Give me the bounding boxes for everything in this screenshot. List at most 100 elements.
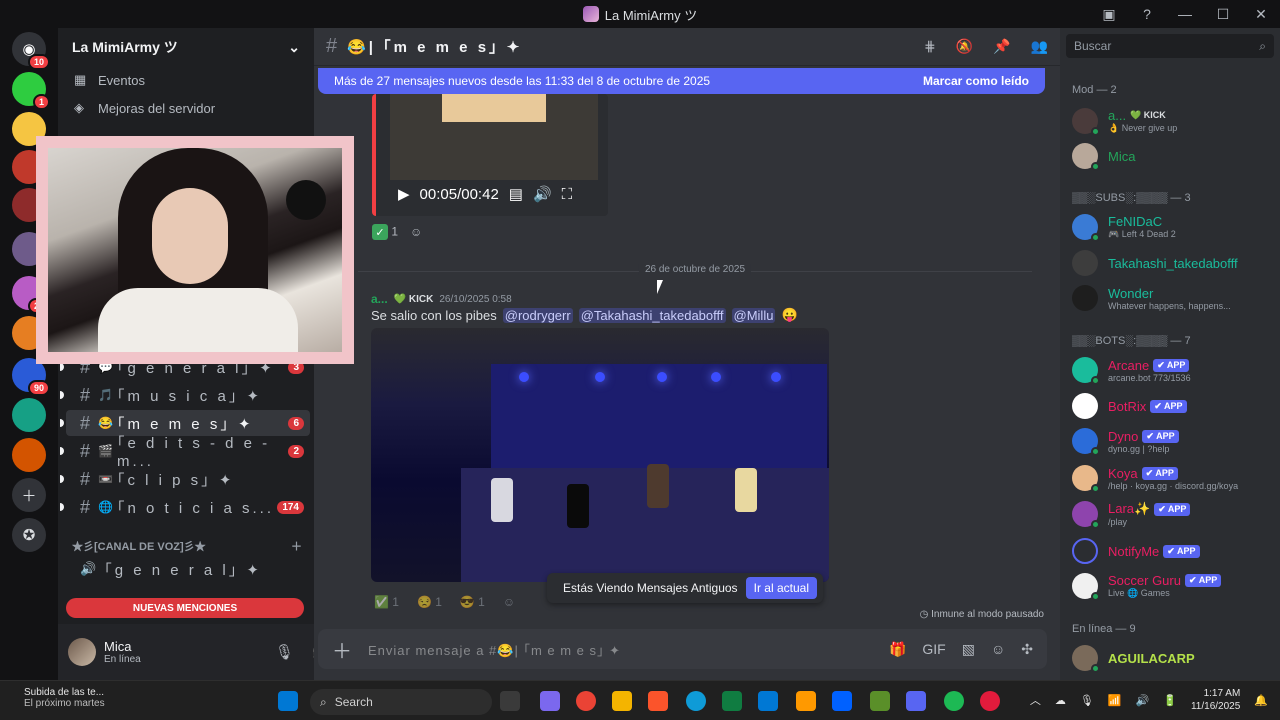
- user-mention[interactable]: @Millu: [731, 307, 776, 323]
- microphone-icon[interactable]: 🎙: [1080, 694, 1094, 707]
- fullscreen-icon[interactable]: ⛶: [562, 186, 573, 203]
- minimize-button[interactable]: —: [1166, 0, 1204, 28]
- emoji-icon[interactable]: ☺: [991, 641, 1005, 658]
- channel-item[interactable]: # 🎬 ｢e d i t s - d e - m... 2: [60, 435, 310, 470]
- member-item[interactable]: NotifyMe ✔ APP: [1072, 534, 1272, 568]
- app-icon[interactable]: [722, 691, 742, 711]
- webcam-feed: [48, 148, 342, 352]
- events-link[interactable]: ▦ Eventos: [58, 66, 314, 94]
- spotify-icon[interactable]: [944, 691, 964, 711]
- voice-channel[interactable]: 🔊 ｢g e n e r a l｣ ✦: [66, 556, 310, 582]
- member-item[interactable]: a... 💚 KICK 👌 Never give up: [1072, 104, 1272, 138]
- notification-icon[interactable]: 🔔: [1254, 694, 1268, 707]
- minecraft-icon[interactable]: [870, 691, 890, 711]
- start-button[interactable]: [278, 691, 298, 711]
- copilot-icon[interactable]: [540, 691, 560, 711]
- search-input[interactable]: Buscar ⌕: [1066, 34, 1274, 58]
- member-item[interactable]: Lara✨ ✔ APP /play: [1072, 497, 1272, 531]
- member-item[interactable]: BotRix ✔ APP: [1072, 389, 1272, 423]
- new-mentions-button[interactable]: NUEVAS MENCIONES: [66, 598, 304, 618]
- maximize-button[interactable]: ☐: [1204, 0, 1242, 28]
- battery-icon[interactable]: 🔋: [1163, 694, 1177, 707]
- obs-icon[interactable]: [980, 691, 1000, 711]
- hashtag-icon: #: [326, 35, 338, 57]
- help-icon[interactable]: ?: [1128, 0, 1166, 28]
- user-mention[interactable]: @rodrygerr: [502, 307, 573, 323]
- message-image[interactable]: [371, 328, 829, 582]
- discord-icon[interactable]: [906, 691, 926, 711]
- explore-button[interactable]: ✪: [12, 518, 46, 552]
- mute-icon[interactable]: 🔕: [956, 38, 973, 55]
- chevron-up-icon[interactable]: ︿: [1030, 692, 1041, 708]
- cloud-icon[interactable]: ☁: [1055, 694, 1066, 707]
- server-boosts-link[interactable]: ◈ Mejoras del servidor: [58, 94, 314, 122]
- message-header: a... 💚 KICK 26/10/2025 0:58: [371, 292, 512, 306]
- add-reaction-icon[interactable]: ☺: [503, 595, 515, 609]
- apps-icon[interactable]: ✣: [1021, 641, 1033, 658]
- members-icon[interactable]: 👥: [1031, 38, 1048, 55]
- taskbar-search[interactable]: ⌕ Search: [310, 689, 492, 715]
- channel-item[interactable]: # 🎵 ｢m u s i c a｣ ✦: [60, 382, 310, 408]
- dropbox-icon[interactable]: [832, 691, 852, 711]
- add-server-button[interactable]: ＋: [12, 478, 46, 512]
- server-header[interactable]: La MimiArmy ツ ⌄: [58, 28, 314, 66]
- mark-as-read-button[interactable]: Marcar como leído: [923, 74, 1029, 88]
- member-item[interactable]: Takahashi_takedabofff: [1072, 246, 1272, 280]
- threads-icon[interactable]: ⋕: [924, 38, 936, 55]
- check-icon[interactable]: ✅ 1: [374, 595, 399, 609]
- avatar[interactable]: [68, 638, 96, 666]
- new-messages-bar[interactable]: Más de 27 mensajes nuevos desde las 11:3…: [318, 68, 1045, 94]
- inbox-icon[interactable]: ▣: [1090, 0, 1128, 28]
- chrome-icon[interactable]: [576, 691, 596, 711]
- close-button[interactable]: ✕: [1242, 0, 1280, 28]
- emoji-reaction[interactable]: 😎 1: [460, 595, 485, 609]
- message-input[interactable]: Enviar mensaje a #😂| ｢m e m e s｣ ✦: [368, 640, 621, 659]
- message-composer[interactable]: ＋ Enviar mensaje a #😂| ｢m e m e s｣ ✦ 🎁 G…: [318, 629, 1047, 669]
- member-item[interactable]: Mica: [1072, 139, 1272, 173]
- sticker-icon[interactable]: ▧: [962, 641, 975, 658]
- server-icon-9[interactable]: [12, 398, 46, 432]
- server-icon-1[interactable]: 1: [12, 72, 50, 110]
- pin-icon[interactable]: 📌: [993, 38, 1010, 55]
- task-view-icon[interactable]: [500, 691, 520, 711]
- direct-messages-button[interactable]: ◉ 10: [12, 32, 50, 70]
- member-item[interactable]: Dyno ✔ APP dyno.gg | ?help: [1072, 424, 1272, 458]
- message-author[interactable]: a...: [371, 292, 388, 306]
- volume-icon[interactable]: 🔊: [1136, 694, 1150, 707]
- clock[interactable]: 1:17 AM 11/16/2025: [1191, 687, 1240, 713]
- member-item[interactable]: Soccer Guru ✔ APP Live 🌐 Games: [1072, 569, 1272, 603]
- channel-item[interactable]: # 🌐 ｢n o t i c i a s... 174: [60, 494, 310, 520]
- video-embed[interactable]: ▶ 00:05/00:42 ▤ 🔊 ⛶: [372, 94, 608, 216]
- member-item[interactable]: AGUILACARP: [1072, 641, 1272, 675]
- captions-icon[interactable]: ▤: [509, 185, 523, 203]
- mouse-cursor: [657, 280, 663, 294]
- member-item[interactable]: Wonder Whatever happens, happens...: [1072, 281, 1272, 315]
- volume-icon[interactable]: 🔊: [533, 185, 552, 203]
- microphone-icon[interactable]: 🎙: [275, 643, 294, 661]
- member-item[interactable]: FeNIDaC 🎮 Left 4 Dead 2: [1072, 210, 1272, 244]
- emoji-reaction[interactable]: 😒 1: [417, 595, 442, 609]
- unread-indicator: [60, 475, 64, 483]
- gif-icon[interactable]: GIF: [922, 641, 945, 658]
- server-icon-10[interactable]: [12, 438, 46, 472]
- brave-icon[interactable]: [648, 691, 668, 711]
- jump-to-present-button[interactable]: Ir al actual: [745, 577, 817, 599]
- amazon-icon[interactable]: [796, 691, 816, 711]
- store-icon[interactable]: [758, 691, 778, 711]
- user-mention[interactable]: @Takahashi_takedabofff: [578, 307, 726, 323]
- plus-icon[interactable]: ＋: [291, 538, 302, 554]
- edge-icon[interactable]: [686, 691, 706, 711]
- voice-category[interactable]: ★彡[CANAL DE VOZ]彡★ ＋: [72, 538, 302, 554]
- file-explorer-icon[interactable]: [612, 691, 632, 711]
- weather-widget[interactable]: Subida de las te... El próximo martes: [24, 687, 105, 709]
- gift-icon[interactable]: 🎁: [889, 641, 906, 658]
- member-item[interactable]: Koya ✔ APP /help · koya.gg · discord.gg/…: [1072, 461, 1272, 495]
- chevron-down-icon: ⌄: [288, 38, 300, 55]
- add-reaction-icon[interactable]: ☺: [410, 225, 422, 239]
- wifi-icon[interactable]: 📶: [1108, 694, 1122, 707]
- play-icon[interactable]: ▶: [398, 185, 410, 203]
- member-item[interactable]: Arcane ✔ APP arcane.bot 773/1536: [1072, 353, 1272, 387]
- channel-item[interactable]: # 📼 ｢c l i p s｣ ✦: [60, 466, 310, 492]
- reaction-check[interactable]: ✓ 1: [372, 224, 398, 240]
- attach-plus-icon[interactable]: ＋: [332, 635, 352, 664]
